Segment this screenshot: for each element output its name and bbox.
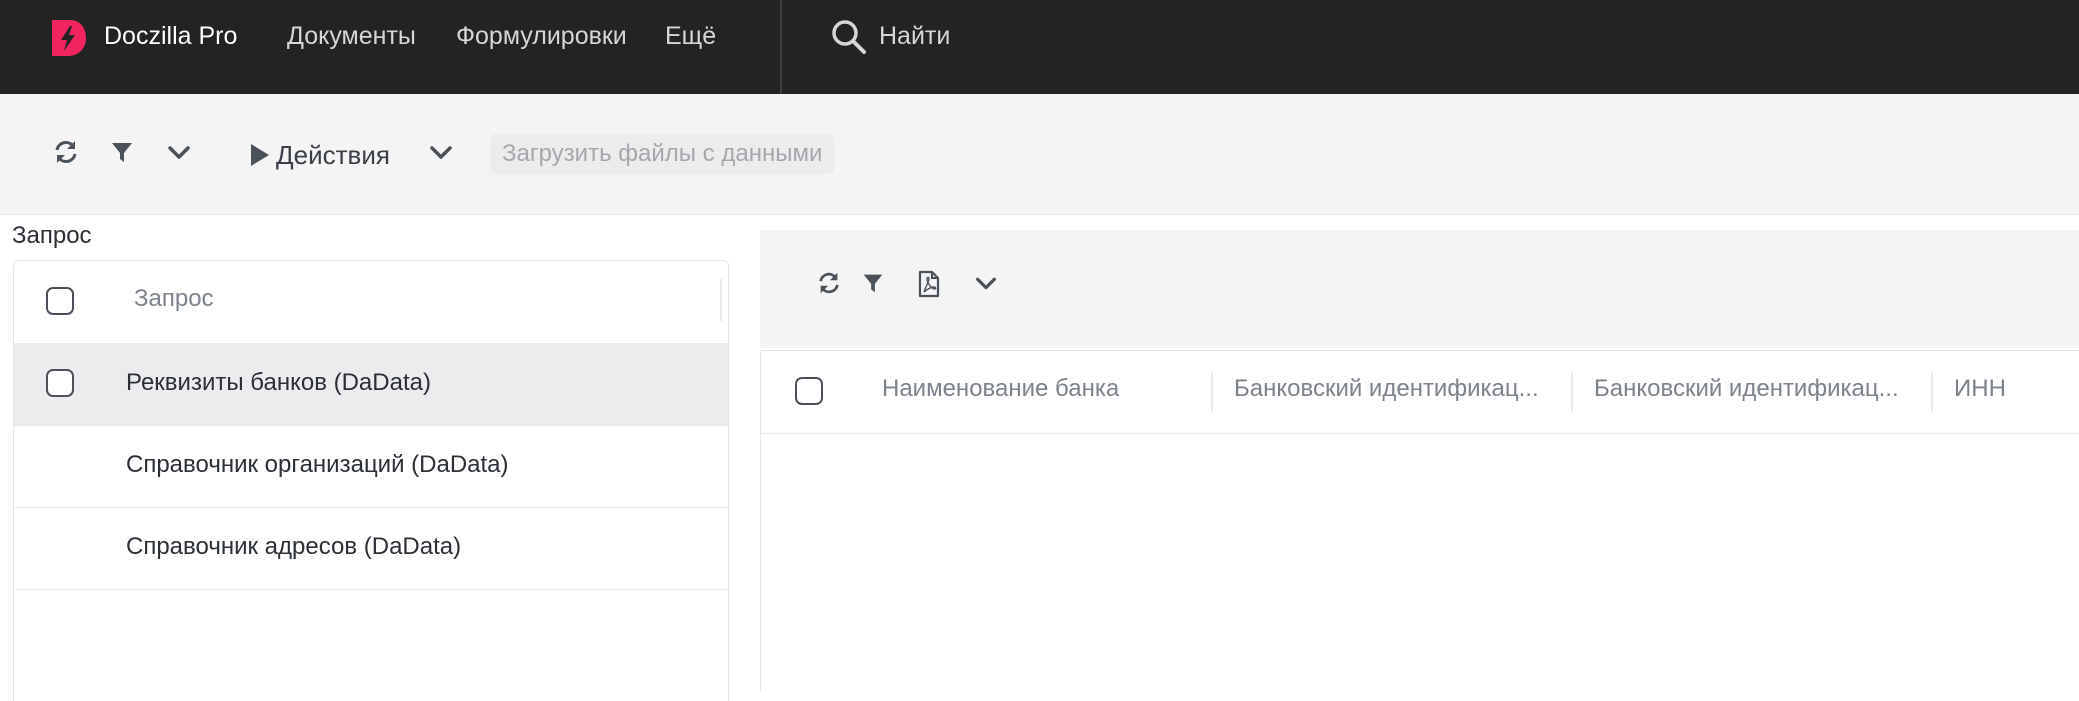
nav-divider [780,0,782,94]
list-item[interactable]: Справочник адресов (DaData) [14,507,728,590]
column-header-query[interactable]: Запрос [134,285,214,313]
actions-label: Действия [276,139,390,170]
pdf-icon[interactable] [916,270,944,298]
nav-formulations[interactable]: Формулировки [456,22,627,51]
column-header-inn[interactable]: ИНН [1954,375,2074,403]
actions-button[interactable]: Действия [250,138,390,172]
filter-icon[interactable] [860,270,888,298]
query-list-panel: Запрос Реквизиты банков (DaData) Справоч… [13,260,729,701]
filter-icon[interactable] [108,138,136,166]
app-title[interactable]: Doczilla Pro [104,22,237,51]
main-toolbar: Действия Загрузить файлы с данными [0,94,2079,215]
results-table: Наименование банка Банковский идентифика… [760,350,2079,691]
upload-data-files-button[interactable]: Загрузить файлы с данными [490,134,835,174]
actions-chevron-down-icon[interactable] [427,138,455,166]
row-checkbox[interactable] [46,369,74,397]
select-all-checkbox[interactable] [795,377,823,405]
top-navigation-bar: Doczilla Pro Документы Формулировки Ещё … [0,0,2079,94]
list-item-label: Справочник адресов (DaData) [126,533,462,560]
column-header-bank-id-2[interactable]: Банковский идентификац... [1594,375,1924,403]
chevron-down-icon[interactable] [973,270,1001,298]
refresh-icon[interactable] [816,270,844,298]
column-header-bank-name[interactable]: Наименование банка [882,375,1212,403]
search-button[interactable]: Найти [879,22,950,51]
column-resizer[interactable] [720,279,722,321]
refresh-icon[interactable] [52,138,80,166]
results-toolbar [760,230,2079,348]
list-item-label: Справочник организаций (DaData) [126,451,509,478]
chevron-down-icon[interactable] [165,138,193,166]
column-header-bank-id-1[interactable]: Банковский идентификац... [1234,375,1564,403]
nav-more[interactable]: Ещё [665,22,716,51]
nav-documents[interactable]: Документы [287,22,416,51]
list-item[interactable]: Справочник организаций (DaData) [14,425,728,508]
results-table-header: Наименование банка Банковский идентифика… [761,351,2079,434]
column-resizer[interactable] [1571,373,1573,411]
query-list-header: Запрос [14,261,728,344]
list-item[interactable]: Реквизиты банков (DaData) [14,343,728,426]
list-item-label: Реквизиты банков (DaData) [126,369,431,396]
column-resizer[interactable] [1211,373,1213,411]
column-resizer[interactable] [1931,373,1933,411]
left-panel-title: Запрос [12,222,92,249]
doczilla-logo-icon[interactable] [48,18,88,58]
play-icon [251,144,269,166]
select-all-checkbox[interactable] [46,287,74,315]
search-icon[interactable] [830,18,868,56]
